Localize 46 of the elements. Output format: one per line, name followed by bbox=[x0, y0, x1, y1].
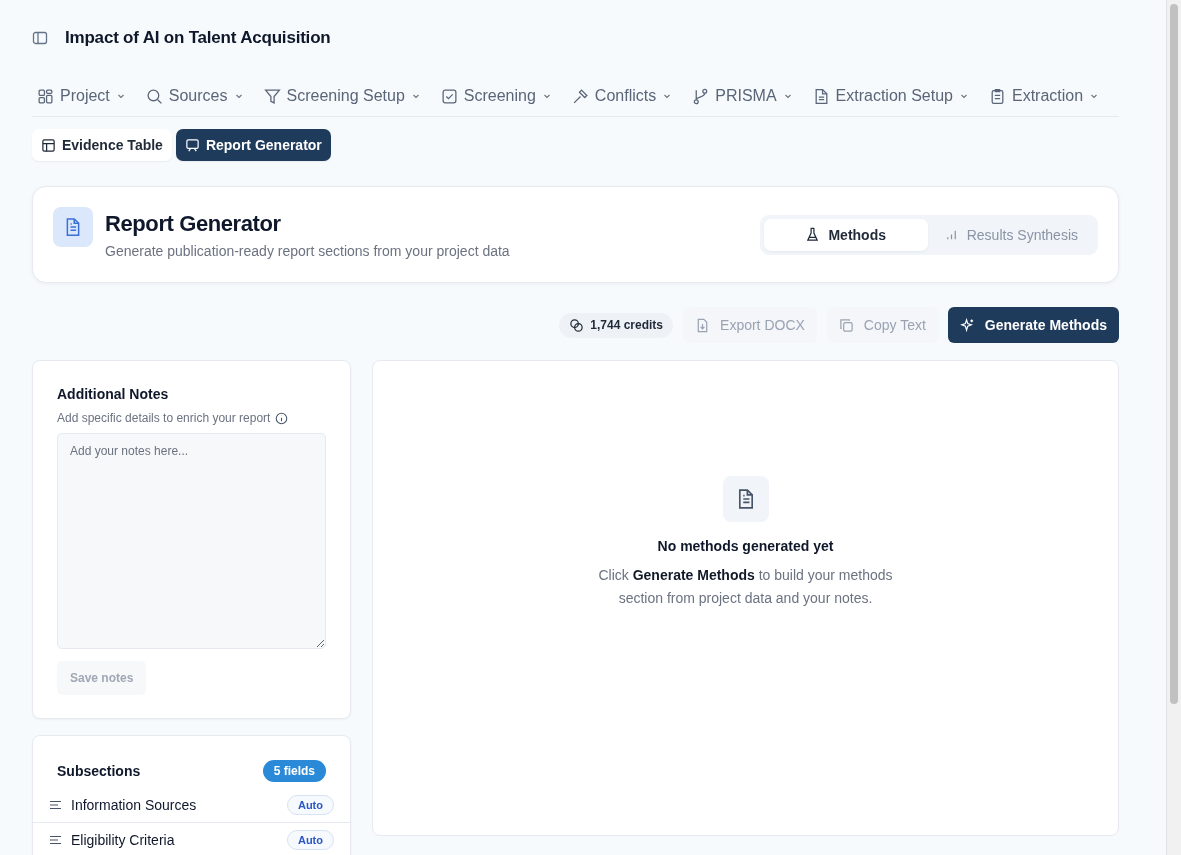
nav-menu[interactable]: Extraction bbox=[983, 87, 1100, 105]
nav-menu[interactable]: Screening bbox=[435, 87, 552, 105]
checkbox-icon bbox=[440, 87, 458, 105]
info-icon[interactable] bbox=[275, 411, 289, 425]
page-subtitle: Generate publication-ready report sections from your project data bbox=[105, 242, 511, 259]
nav-menu[interactable]: Extraction Setup bbox=[807, 87, 969, 105]
nav-menu[interactable]: Conflicts bbox=[566, 87, 673, 105]
subsections-title: Subsections bbox=[57, 763, 141, 779]
search-icon bbox=[145, 87, 163, 105]
filter-icon bbox=[263, 87, 281, 105]
credits-badge: 1,744 credits bbox=[559, 312, 674, 338]
notes-title: Additional Notes bbox=[57, 386, 170, 402]
branch-icon bbox=[692, 87, 710, 105]
nav-menu[interactable]: PRISMA bbox=[687, 87, 793, 105]
nav-menu[interactable]: Project bbox=[32, 87, 126, 105]
sidebar-toggle-icon[interactable] bbox=[32, 30, 48, 46]
table-icon bbox=[41, 137, 56, 153]
notes-field[interactable]: Add your notes here... bbox=[57, 433, 326, 649]
hammer-icon bbox=[571, 87, 589, 105]
coins-icon bbox=[569, 317, 585, 333]
view-tab[interactable]: Report Generator bbox=[175, 129, 331, 161]
empty-state-title: No methods generated yet bbox=[657, 538, 834, 554]
mode-tab[interactable]: Methods bbox=[763, 218, 928, 251]
grid-icon bbox=[37, 87, 54, 105]
page-title: Report Generator bbox=[105, 210, 282, 237]
sparkle-icon bbox=[959, 317, 975, 333]
field-count-badge: 5 fields bbox=[262, 760, 326, 782]
copy-icon bbox=[838, 317, 854, 333]
document-icon bbox=[53, 207, 93, 247]
subsection-label: Eligibility Criteria bbox=[71, 832, 176, 848]
subsection-label: Information Sources bbox=[71, 797, 198, 813]
toolbar-button[interactable]: Generate Methods bbox=[947, 307, 1119, 343]
notes-hint: Add specific details to enrich your report bbox=[57, 411, 271, 425]
empty-state-text: Click Generate Methods to build your methods section from project data and your notes. bbox=[597, 566, 894, 608]
nav-menu[interactable]: Sources bbox=[140, 87, 244, 105]
scrollbar[interactable] bbox=[1166, 0, 1181, 855]
auto-badge: Auto bbox=[286, 830, 334, 850]
auto-badge: Auto bbox=[286, 795, 334, 815]
lines-icon bbox=[49, 835, 62, 845]
view-tab[interactable]: Evidence Table bbox=[32, 129, 172, 161]
presentation-icon bbox=[184, 137, 200, 153]
project-title: Impact of AI on Talent Acquisition bbox=[65, 28, 331, 48]
flask-icon bbox=[805, 227, 821, 242]
nav-menu[interactable]: Screening Setup bbox=[258, 87, 421, 105]
document-icon bbox=[722, 476, 769, 522]
lines-icon bbox=[49, 800, 62, 810]
